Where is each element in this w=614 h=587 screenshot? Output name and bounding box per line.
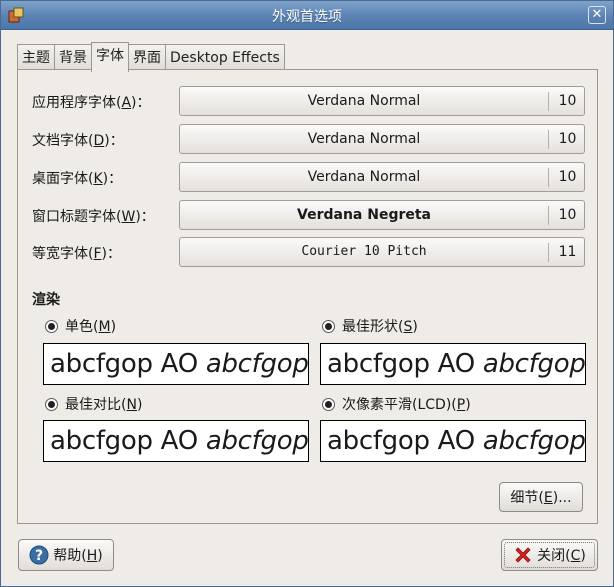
font-name: Verdana Normal	[307, 131, 421, 147]
rendering-option-monochrome[interactable]: 单色(M)	[45, 316, 116, 336]
tab-theme[interactable]: 主题	[17, 44, 55, 72]
font-size: 10	[558, 131, 577, 147]
radio-button[interactable]	[322, 319, 335, 333]
font-size: 10	[558, 93, 577, 109]
desktop-font-button[interactable]: Verdana Normal 10	[179, 162, 585, 192]
document-font-label: 文档字体(D)：	[32, 133, 124, 149]
rendering-option-best-shapes[interactable]: 最佳形状(S)	[322, 316, 418, 336]
help-button-label: 帮助(H)	[53, 548, 103, 564]
font-name: Courier 10 Pitch	[301, 244, 427, 259]
rendering-sample-best-contrast[interactable]: abcfgop AO abcfgop	[43, 420, 309, 462]
rendering-option-subpixel[interactable]: 次像素平滑(LCD)(P)	[322, 394, 471, 414]
close-button-label: 关闭(C)	[537, 548, 586, 564]
svg-text:?: ?	[35, 548, 43, 564]
window-title-font-button[interactable]: Verdana Negreta 10	[179, 200, 585, 230]
radio-button[interactable]	[45, 319, 58, 333]
rendering-option-best-contrast[interactable]: 最佳对比(N)	[45, 394, 142, 414]
font-name: Verdana Normal	[307, 169, 421, 185]
help-icon: ?	[29, 545, 49, 565]
rendering-sample-best-shapes[interactable]: abcfgop AO abcfgop	[320, 343, 586, 385]
help-button[interactable]: ? 帮助(H)	[18, 539, 114, 571]
font-size: 10	[558, 169, 577, 185]
rendering-option-label: 最佳对比(N)	[65, 397, 143, 413]
tab-fonts[interactable]: 字体	[91, 42, 129, 72]
tab-background[interactable]: 背景	[54, 44, 92, 72]
font-size: 10	[558, 207, 577, 223]
rendering-option-label: 最佳形状(S)	[342, 319, 418, 335]
preferences-window: 外观首选项 ✕ 主题 背景 字体 界面 Desktop Effects 应用程序…	[0, 0, 614, 587]
desktop-font-row: 桌面字体(K)： Verdana Normal 10	[32, 162, 587, 192]
window-title-font-row: 窗口标题字体(W)： Verdana Negreta 10	[32, 200, 587, 230]
desktop-font-label: 桌面字体(K)：	[32, 171, 123, 187]
title-bar[interactable]: 外观首选项 ✕	[1, 1, 613, 30]
monospace-font-label: 等宽字体(F)：	[32, 246, 121, 262]
rendering-sample-monochrome[interactable]: abcfgop AO abcfgop	[43, 343, 309, 385]
radio-button[interactable]	[322, 397, 335, 411]
font-size: 11	[558, 244, 577, 260]
font-name: Verdana Normal	[307, 93, 421, 109]
details-button-label: 细节(E)...	[510, 490, 572, 506]
close-button[interactable]: 关闭(C)	[501, 539, 598, 571]
rendering-option-label: 次像素平滑(LCD)(P)	[342, 397, 471, 413]
font-name: Verdana Negreta	[297, 207, 431, 223]
application-font-label: 应用程序字体(A)：	[32, 95, 151, 111]
window-close-button[interactable]: ✕	[588, 6, 606, 24]
tab-bar: 主题 背景 字体 界面 Desktop Effects	[17, 42, 285, 72]
rendering-section-title: 渲染	[32, 292, 60, 308]
rendering-sample-subpixel[interactable]: abcfgop AO abcfgop	[320, 420, 586, 462]
close-icon: ✕	[591, 7, 603, 22]
application-font-row: 应用程序字体(A)： Verdana Normal 10	[32, 86, 587, 116]
details-button[interactable]: 细节(E)...	[499, 482, 583, 512]
radio-button[interactable]	[45, 397, 58, 411]
document-font-button[interactable]: Verdana Normal 10	[179, 124, 585, 154]
monospace-font-button[interactable]: Courier 10 Pitch 11	[179, 237, 585, 267]
close-icon	[515, 547, 531, 563]
monospace-font-row: 等宽字体(F)： Courier 10 Pitch 11	[32, 237, 587, 267]
fonts-panel: 应用程序字体(A)： Verdana Normal 10 文档字体(D)： Ve…	[17, 69, 598, 524]
window-title: 外观首选项	[272, 9, 342, 25]
tab-interface[interactable]: 界面	[128, 44, 166, 72]
window-title-font-label: 窗口标题字体(W)：	[32, 209, 155, 225]
document-font-row: 文档字体(D)： Verdana Normal 10	[32, 124, 587, 154]
application-font-button[interactable]: Verdana Normal 10	[179, 86, 585, 116]
tab-desktop-effects[interactable]: Desktop Effects	[165, 44, 285, 72]
rendering-option-label: 单色(M)	[65, 319, 117, 335]
